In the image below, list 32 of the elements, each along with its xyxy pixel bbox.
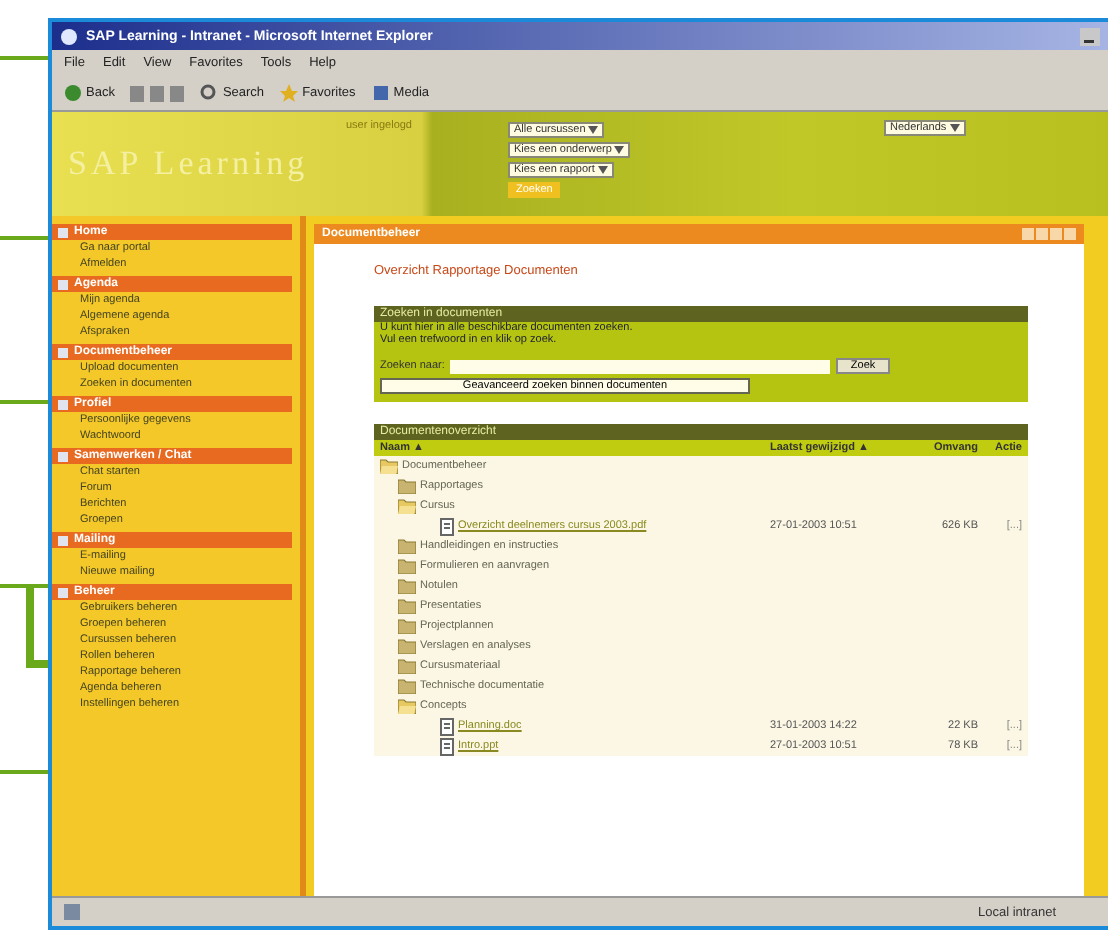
document-icon[interactable] <box>440 517 454 535</box>
folder-icon[interactable] <box>380 458 398 474</box>
minimize-icon[interactable] <box>1080 27 1100 45</box>
caret-icon <box>588 125 599 134</box>
folder-icon[interactable] <box>398 498 416 514</box>
panel-controls-icon[interactable] <box>1022 228 1076 240</box>
folder-icon[interactable] <box>398 538 416 554</box>
browser-icon <box>60 27 78 45</box>
folder-icon[interactable] <box>398 698 416 714</box>
document-icon[interactable] <box>440 737 454 755</box>
navigation-icons[interactable] <box>130 85 185 101</box>
folder-icon[interactable] <box>398 478 416 494</box>
folder-icon[interactable] <box>398 678 416 694</box>
folder-icon[interactable] <box>398 598 416 614</box>
page-icon <box>64 904 80 920</box>
leader-line <box>0 236 52 240</box>
leader-line <box>0 584 52 588</box>
folder-icon[interactable] <box>398 578 416 594</box>
star-icon <box>280 84 299 102</box>
search-field[interactable] <box>450 359 831 373</box>
leader-line <box>0 400 52 404</box>
folder-icon[interactable] <box>398 658 416 674</box>
search-icon <box>200 84 219 102</box>
leader-line <box>0 56 52 60</box>
folder-icon[interactable] <box>398 638 416 654</box>
folder-icon[interactable] <box>398 618 416 634</box>
document-icon[interactable] <box>440 717 454 735</box>
folder-icon[interactable] <box>398 558 416 574</box>
media-icon <box>371 84 390 102</box>
site-logo: SAP Learning <box>68 144 311 184</box>
caret-icon <box>949 123 960 132</box>
leader-line <box>0 770 52 774</box>
